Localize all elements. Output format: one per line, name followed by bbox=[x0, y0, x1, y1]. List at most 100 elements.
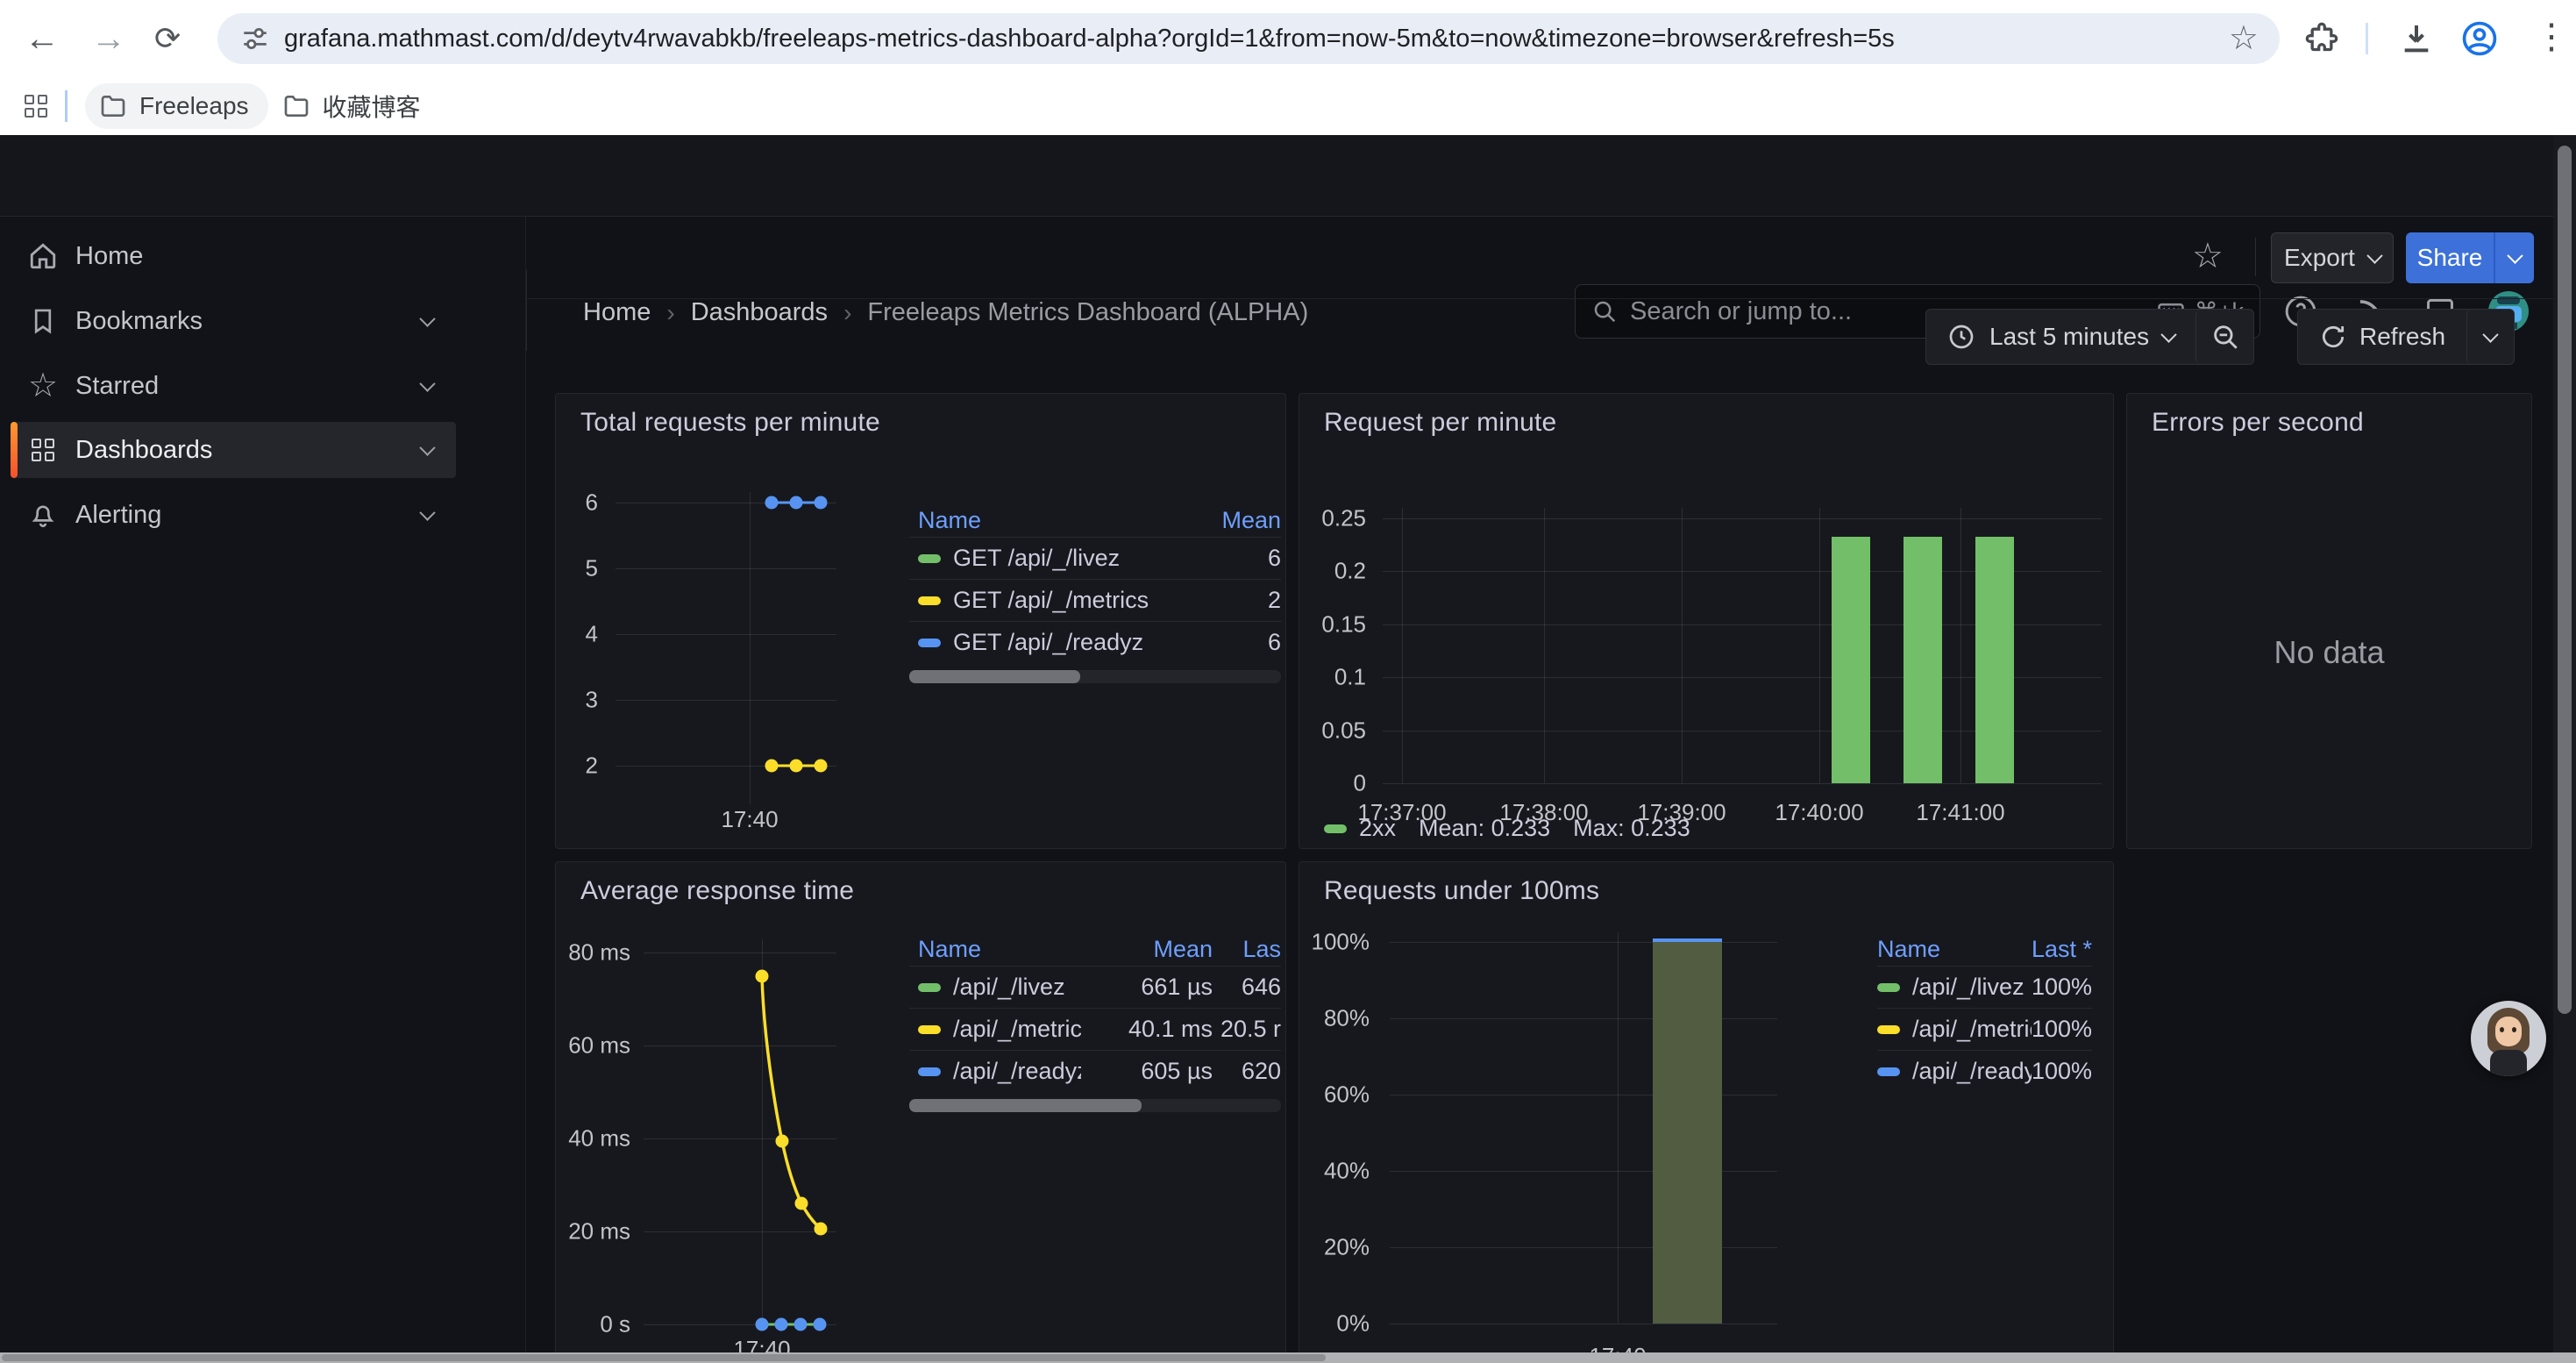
sidebar-item-label: Dashboards bbox=[75, 436, 422, 465]
refresh-button[interactable]: Refresh bbox=[2298, 310, 2466, 364]
y-tick: 0.05 bbox=[1299, 717, 1366, 745]
series-swatch bbox=[1877, 983, 1900, 992]
sidebar-item-alerting[interactable]: Alerting bbox=[11, 487, 456, 543]
profile-avatar[interactable] bbox=[2460, 19, 2499, 58]
y-tick: 20 ms bbox=[556, 1218, 630, 1245]
legend-item-2xx[interactable]: 2xx bbox=[1324, 815, 1396, 842]
export-button[interactable]: Export bbox=[2271, 232, 2394, 283]
star-icon: ☆ bbox=[11, 369, 75, 403]
bookmark-folder-blogs[interactable]: 收藏博客 bbox=[268, 83, 440, 129]
y-tick: 0.15 bbox=[1299, 611, 1366, 639]
y-tick: 5 bbox=[556, 555, 598, 582]
address-bar[interactable]: grafana.mathmast.com/d/deytv4rwavabkb/fr… bbox=[217, 13, 2280, 64]
back-button[interactable]: ← bbox=[25, 18, 60, 60]
home-icon bbox=[11, 240, 75, 272]
bar-under-100ms bbox=[1653, 942, 1722, 1324]
y-tick: 6 bbox=[556, 489, 598, 517]
y-tick: 3 bbox=[556, 687, 598, 714]
panel-title[interactable]: Requests under 100ms bbox=[1324, 876, 1599, 906]
bookmark-star-icon[interactable]: ☆ bbox=[2229, 22, 2259, 55]
time-range-picker[interactable]: Last 5 minutes bbox=[1926, 310, 2195, 364]
series-swatch bbox=[918, 639, 941, 647]
browser-menu-icon[interactable]: ⋮ bbox=[2534, 16, 2569, 58]
legend-row[interactable]: GET /api/_/livez 6 bbox=[909, 537, 1281, 579]
download-icon[interactable] bbox=[2399, 21, 2434, 56]
legend-scrollbar[interactable] bbox=[909, 670, 1281, 683]
apps-grid-icon[interactable] bbox=[25, 95, 47, 118]
legend-row[interactable]: /api/_/metrics 100% bbox=[1877, 1008, 2092, 1050]
sidebar-item-label: Bookmarks bbox=[75, 307, 422, 336]
breadcrumb-home[interactable]: Home bbox=[583, 298, 651, 327]
series-swatch bbox=[1324, 824, 1347, 833]
panel-title[interactable]: Average response time bbox=[580, 876, 854, 906]
legend-row[interactable]: /api/_/livez 661 µs 646 bbox=[909, 966, 1281, 1008]
panel-avg-response-time[interactable]: Average response time 80 ms 60 ms 40 ms … bbox=[555, 861, 1286, 1363]
legend-mean-header[interactable]: Mean bbox=[1221, 507, 1281, 534]
reload-button[interactable]: ⟳ bbox=[154, 18, 181, 60]
chevron-down-icon[interactable] bbox=[419, 504, 435, 520]
x-tick: 17:40 bbox=[721, 806, 778, 833]
floating-assistant-avatar[interactable] bbox=[2471, 1001, 2546, 1076]
legend-name-header[interactable]: Name bbox=[918, 507, 1221, 534]
vertical-scrollbar-thumb[interactable] bbox=[2558, 146, 2572, 1014]
breadcrumb-separator: › bbox=[843, 299, 851, 327]
sidebar-item-starred[interactable]: ☆ Starred bbox=[11, 358, 456, 414]
sidebar-item-dashboards[interactable]: Dashboards bbox=[11, 422, 456, 478]
dashboard-toolbar: ☆ Export Share bbox=[526, 217, 2576, 299]
series-swatch bbox=[918, 554, 941, 563]
panel-total-requests[interactable]: Total requests per minute 6 5 4 3 2 17:4… bbox=[555, 393, 1286, 849]
url-text[interactable]: grafana.mathmast.com/d/deytv4rwavabkb/fr… bbox=[284, 25, 2229, 54]
legend-scrollbar[interactable] bbox=[909, 1099, 1281, 1112]
legend-row[interactable]: /api/_/readyz 100% bbox=[1877, 1050, 2092, 1092]
sidebar-item-label: Home bbox=[75, 242, 456, 271]
chevron-down-icon[interactable] bbox=[419, 375, 435, 391]
sidebar-item-label: Alerting bbox=[75, 501, 422, 530]
zoom-out-button[interactable] bbox=[2195, 310, 2253, 364]
bookmark-folder-freeleaps[interactable]: Freeleaps bbox=[85, 83, 268, 129]
refresh-interval-button[interactable] bbox=[2466, 310, 2514, 364]
legend-row[interactable]: /api/_/livez 100% bbox=[1877, 966, 2092, 1008]
share-menu-button[interactable] bbox=[2494, 232, 2534, 283]
y-tick: 80% bbox=[1299, 1005, 1370, 1032]
panel-errors-per-second[interactable]: Errors per second No data bbox=[2126, 393, 2532, 849]
series-swatch bbox=[1877, 1067, 1900, 1076]
legend-header: Name Mean Las bbox=[909, 932, 1281, 966]
legend-row[interactable]: GET /api/_/readyz 6 bbox=[909, 621, 1281, 663]
panel-title[interactable]: Total requests per minute bbox=[580, 408, 880, 438]
panel-title[interactable]: Request per minute bbox=[1324, 408, 1556, 438]
panel-request-per-minute[interactable]: Request per minute 0.25 0.2 0.15 0.1 0.0… bbox=[1299, 393, 2114, 849]
legend-row[interactable]: /api/_/metrics 40.1 ms 20.5 r bbox=[909, 1008, 1281, 1050]
legend-header: Name Last * bbox=[1877, 932, 2092, 966]
chevron-down-icon bbox=[2366, 247, 2382, 263]
extensions-icon[interactable] bbox=[2304, 21, 2339, 56]
legend-max: Max: 0.233 bbox=[1573, 815, 1690, 842]
legend-name-header[interactable]: Name bbox=[918, 936, 1081, 963]
legend-mean-header[interactable]: Mean bbox=[1081, 936, 1213, 963]
forward-button[interactable]: → bbox=[91, 18, 126, 60]
breadcrumb-dashboards[interactable]: Dashboards bbox=[691, 298, 828, 327]
grafana-header: Grafana Home › Dashboards › Freeleaps Me… bbox=[0, 135, 2576, 217]
horizontal-scrollbar-thumb[interactable] bbox=[2, 1354, 1326, 1361]
legend-last-header[interactable]: Las bbox=[1213, 936, 1281, 963]
sidebar-item-label: Starred bbox=[75, 372, 422, 401]
sidebar: Home Bookmarks ☆ Starred Dashboards bbox=[0, 217, 526, 1363]
legend-row[interactable]: GET /api/_/metrics 2 bbox=[909, 579, 1281, 621]
site-settings-icon[interactable] bbox=[240, 24, 270, 54]
share-button[interactable]: Share bbox=[2406, 232, 2494, 283]
x-tick: 17:40:00 bbox=[1775, 799, 1863, 826]
clock-icon bbox=[1947, 323, 1975, 351]
y-tick: 2 bbox=[556, 753, 598, 780]
panel-under-100ms[interactable]: Requests under 100ms 100% 80% 60% 40% 20… bbox=[1299, 861, 2114, 1363]
legend-name-header[interactable]: Name bbox=[1877, 936, 2032, 963]
chevron-down-icon[interactable] bbox=[419, 310, 435, 326]
y-tick: 40 ms bbox=[556, 1125, 630, 1152]
favorite-star-icon[interactable]: ☆ bbox=[2192, 236, 2224, 276]
search-icon bbox=[1591, 298, 1618, 325]
y-tick: 4 bbox=[556, 621, 598, 648]
panel-title[interactable]: Errors per second bbox=[2152, 408, 2364, 438]
sidebar-item-bookmarks[interactable]: Bookmarks bbox=[11, 293, 456, 349]
chevron-down-icon[interactable] bbox=[419, 439, 435, 455]
sidebar-item-home[interactable]: Home bbox=[11, 228, 456, 284]
legend-row[interactable]: /api/_/readyz 605 µs 620 bbox=[909, 1050, 1281, 1092]
legend-last-header[interactable]: Last * bbox=[2032, 936, 2092, 963]
